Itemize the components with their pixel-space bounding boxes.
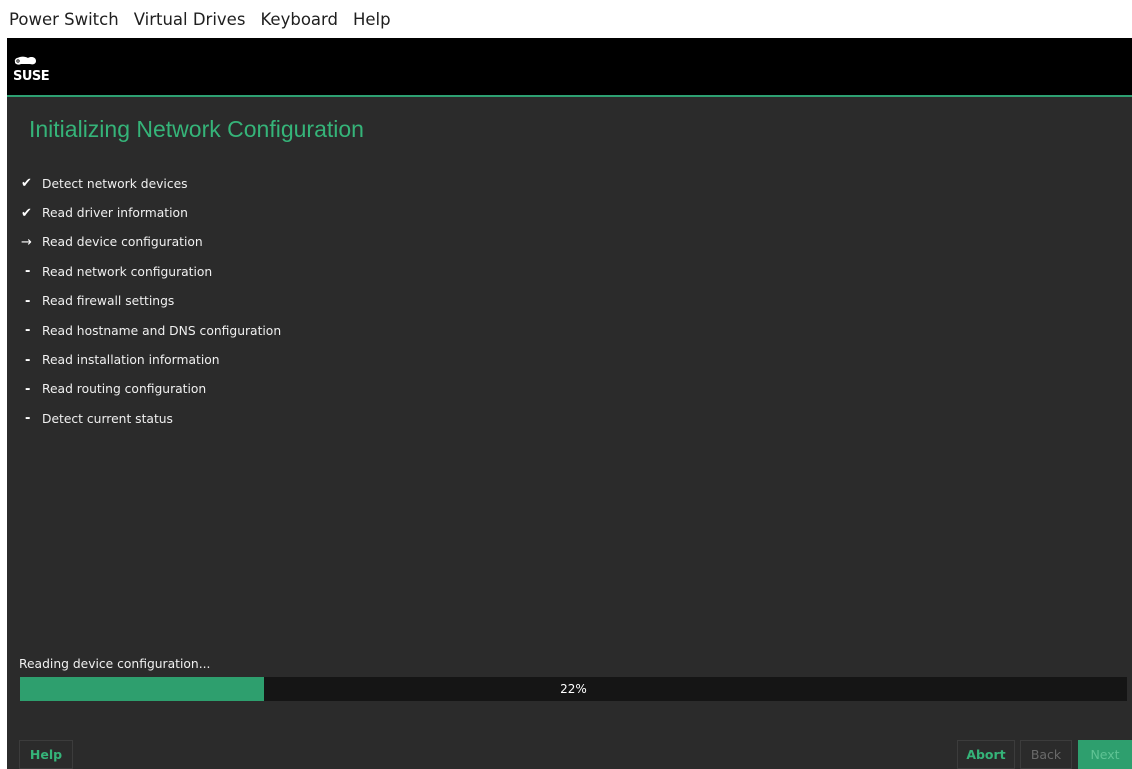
next-button[interactable]: Next	[1078, 740, 1132, 769]
progress-bar: 22%	[20, 677, 1127, 701]
arrow-right-icon: →	[21, 234, 32, 250]
step-item: - Read firewall settings	[21, 287, 281, 316]
back-button-label: Back	[1030, 747, 1062, 762]
page-title: Initializing Network Configuration	[29, 116, 364, 142]
step-label: Read installation information	[42, 353, 220, 368]
progress-percent-label: 22%	[560, 682, 587, 696]
dash-icon: -	[25, 293, 31, 309]
step-label: Detect current status	[42, 411, 173, 426]
logo-text: SUSE	[13, 69, 49, 84]
help-button-label: Help	[29, 747, 63, 762]
step-label: Read routing configuration	[42, 382, 207, 397]
checkmark-icon: ✔	[21, 176, 32, 192]
dash-icon: -	[25, 352, 31, 368]
dash-icon: -	[25, 381, 31, 397]
checkmark-icon: ✔	[21, 205, 32, 221]
suse-logo: SUSE	[13, 56, 50, 84]
menu-keyboard[interactable]: Keyboard	[260, 10, 338, 29]
step-label: Read hostname and DNS configuration	[42, 323, 282, 338]
installer-screen: SUSE Initializing Network Configuration …	[7, 38, 1132, 769]
dash-icon: -	[25, 411, 31, 427]
step-item: → Read device configuration	[21, 228, 281, 257]
step-item: ✔ Read driver information	[21, 198, 281, 227]
progress-step-list: ✔ Detect network devices ✔ Read driver info…	[21, 169, 281, 434]
step-item: - Detect current status	[21, 404, 281, 433]
step-label: Detect network devices	[42, 176, 188, 191]
next-button-label: Next	[1090, 747, 1120, 762]
dash-icon: -	[25, 264, 31, 280]
back-button[interactable]: Back	[1020, 740, 1072, 769]
abort-button-label: Abort	[966, 747, 1006, 762]
menu-virtual-drives[interactable]: Virtual Drives	[134, 10, 246, 29]
step-label: Read network configuration	[42, 264, 213, 279]
step-item: - Read routing configuration	[21, 375, 281, 404]
step-label: Read firewall settings	[42, 294, 175, 309]
step-item: - Read network configuration	[21, 257, 281, 286]
dash-icon: -	[25, 323, 31, 339]
help-button[interactable]: Help	[19, 740, 73, 769]
brand-bar: SUSE	[7, 38, 1132, 97]
menu-power-switch[interactable]: Power Switch	[9, 10, 119, 29]
step-label: Read device configuration	[42, 235, 203, 250]
abort-button[interactable]: Abort	[957, 740, 1015, 769]
step-label: Read driver information	[42, 206, 188, 221]
step-item: - Read installation information	[21, 345, 281, 374]
menu-help[interactable]: Help	[353, 10, 391, 29]
step-item: ✔ Detect network devices	[21, 169, 281, 198]
viewer-menubar: Power Switch Virtual Drives Keyboard Hel…	[0, 0, 1132, 38]
status-message: Reading device configuration...	[19, 657, 211, 671]
step-item: - Read hostname and DNS configuration	[21, 316, 281, 345]
